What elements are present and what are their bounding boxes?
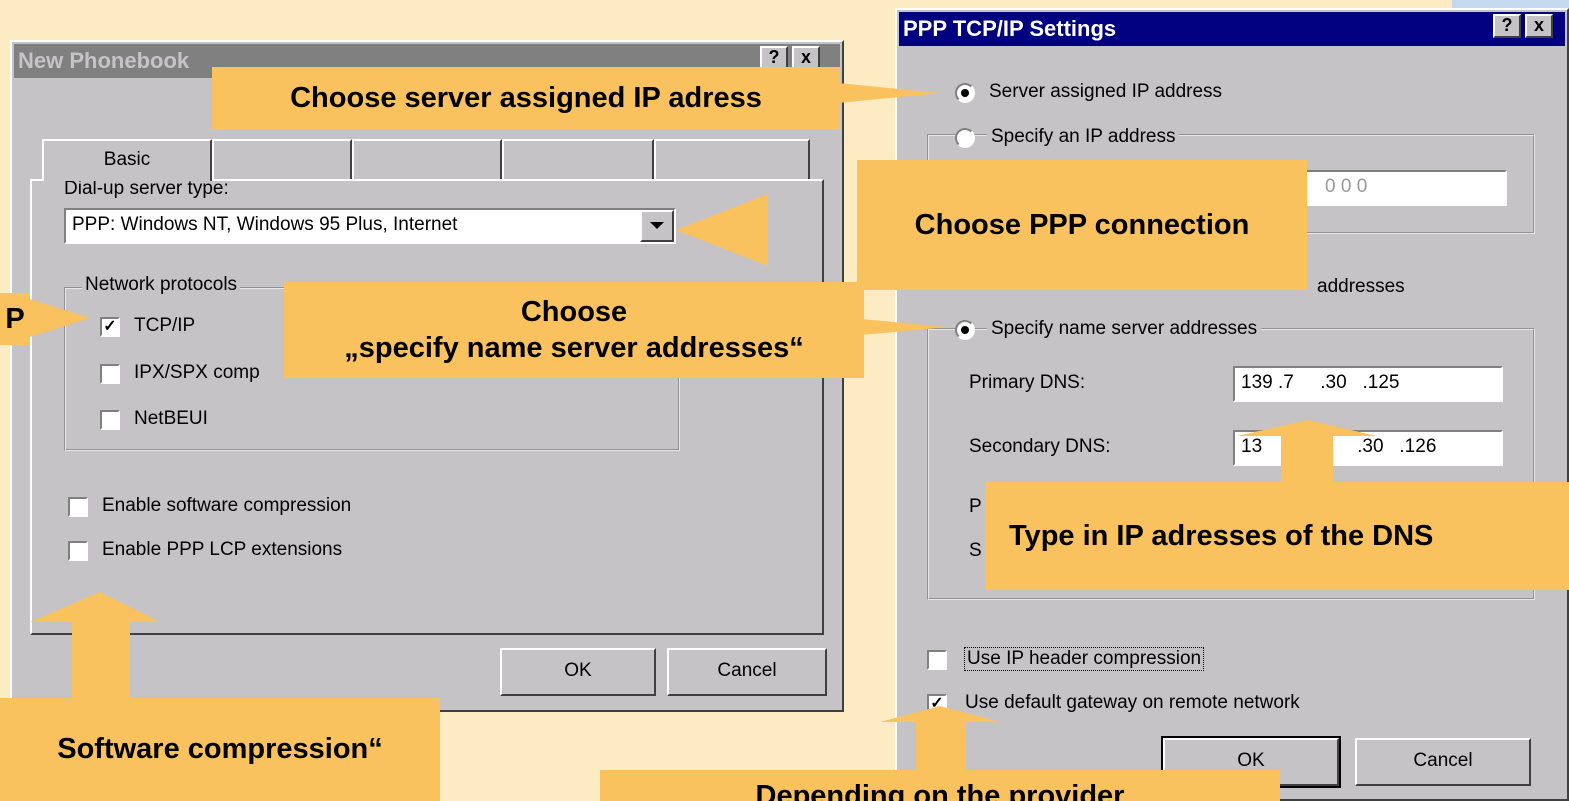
callout-specify-ns: Choose „specify name server addresses“	[284, 282, 864, 378]
callout-dns: Type in IP adresses of the DNS	[985, 482, 1569, 590]
callout-ppp-text: Choose PPP connection	[914, 208, 1250, 241]
arrow-provider	[880, 706, 1000, 722]
callout-tcpip-fragment: P	[0, 293, 30, 345]
arrow-software-compression	[30, 592, 160, 622]
arrow-server-ip	[828, 82, 940, 104]
callout-provider: Depending on the provider	[600, 770, 1280, 801]
callout-dns-text: Type in IP adresses of the DNS	[1009, 519, 1434, 552]
tab-basic-label: Basic	[103, 149, 151, 170]
callout-specify-ns-line2: „specify name server addresses“	[344, 332, 804, 364]
tab-basic[interactable]: Basic	[42, 139, 212, 181]
arrow-software-shaft	[72, 622, 130, 702]
callout-tcpip-text: P	[5, 302, 25, 335]
callout-software-compression: Software compression“	[0, 698, 440, 801]
callout-software-text: Software compression“	[57, 733, 383, 766]
callout-server-ip-text: Choose server assigned IP adress	[290, 81, 762, 114]
arrow-dns	[1237, 420, 1377, 436]
arrow-specify-ns	[850, 318, 948, 336]
callout-server-ip: Choose server assigned IP adress	[212, 67, 840, 129]
callout-provider-text: Depending on the provider	[755, 780, 1125, 801]
arrow-tcpip	[20, 296, 90, 340]
callout-specify-ns-line1: Choose	[520, 295, 628, 328]
arrow-ppp-connection	[676, 194, 768, 266]
callout-ppp-connection: Choose PPP connection	[857, 160, 1307, 290]
